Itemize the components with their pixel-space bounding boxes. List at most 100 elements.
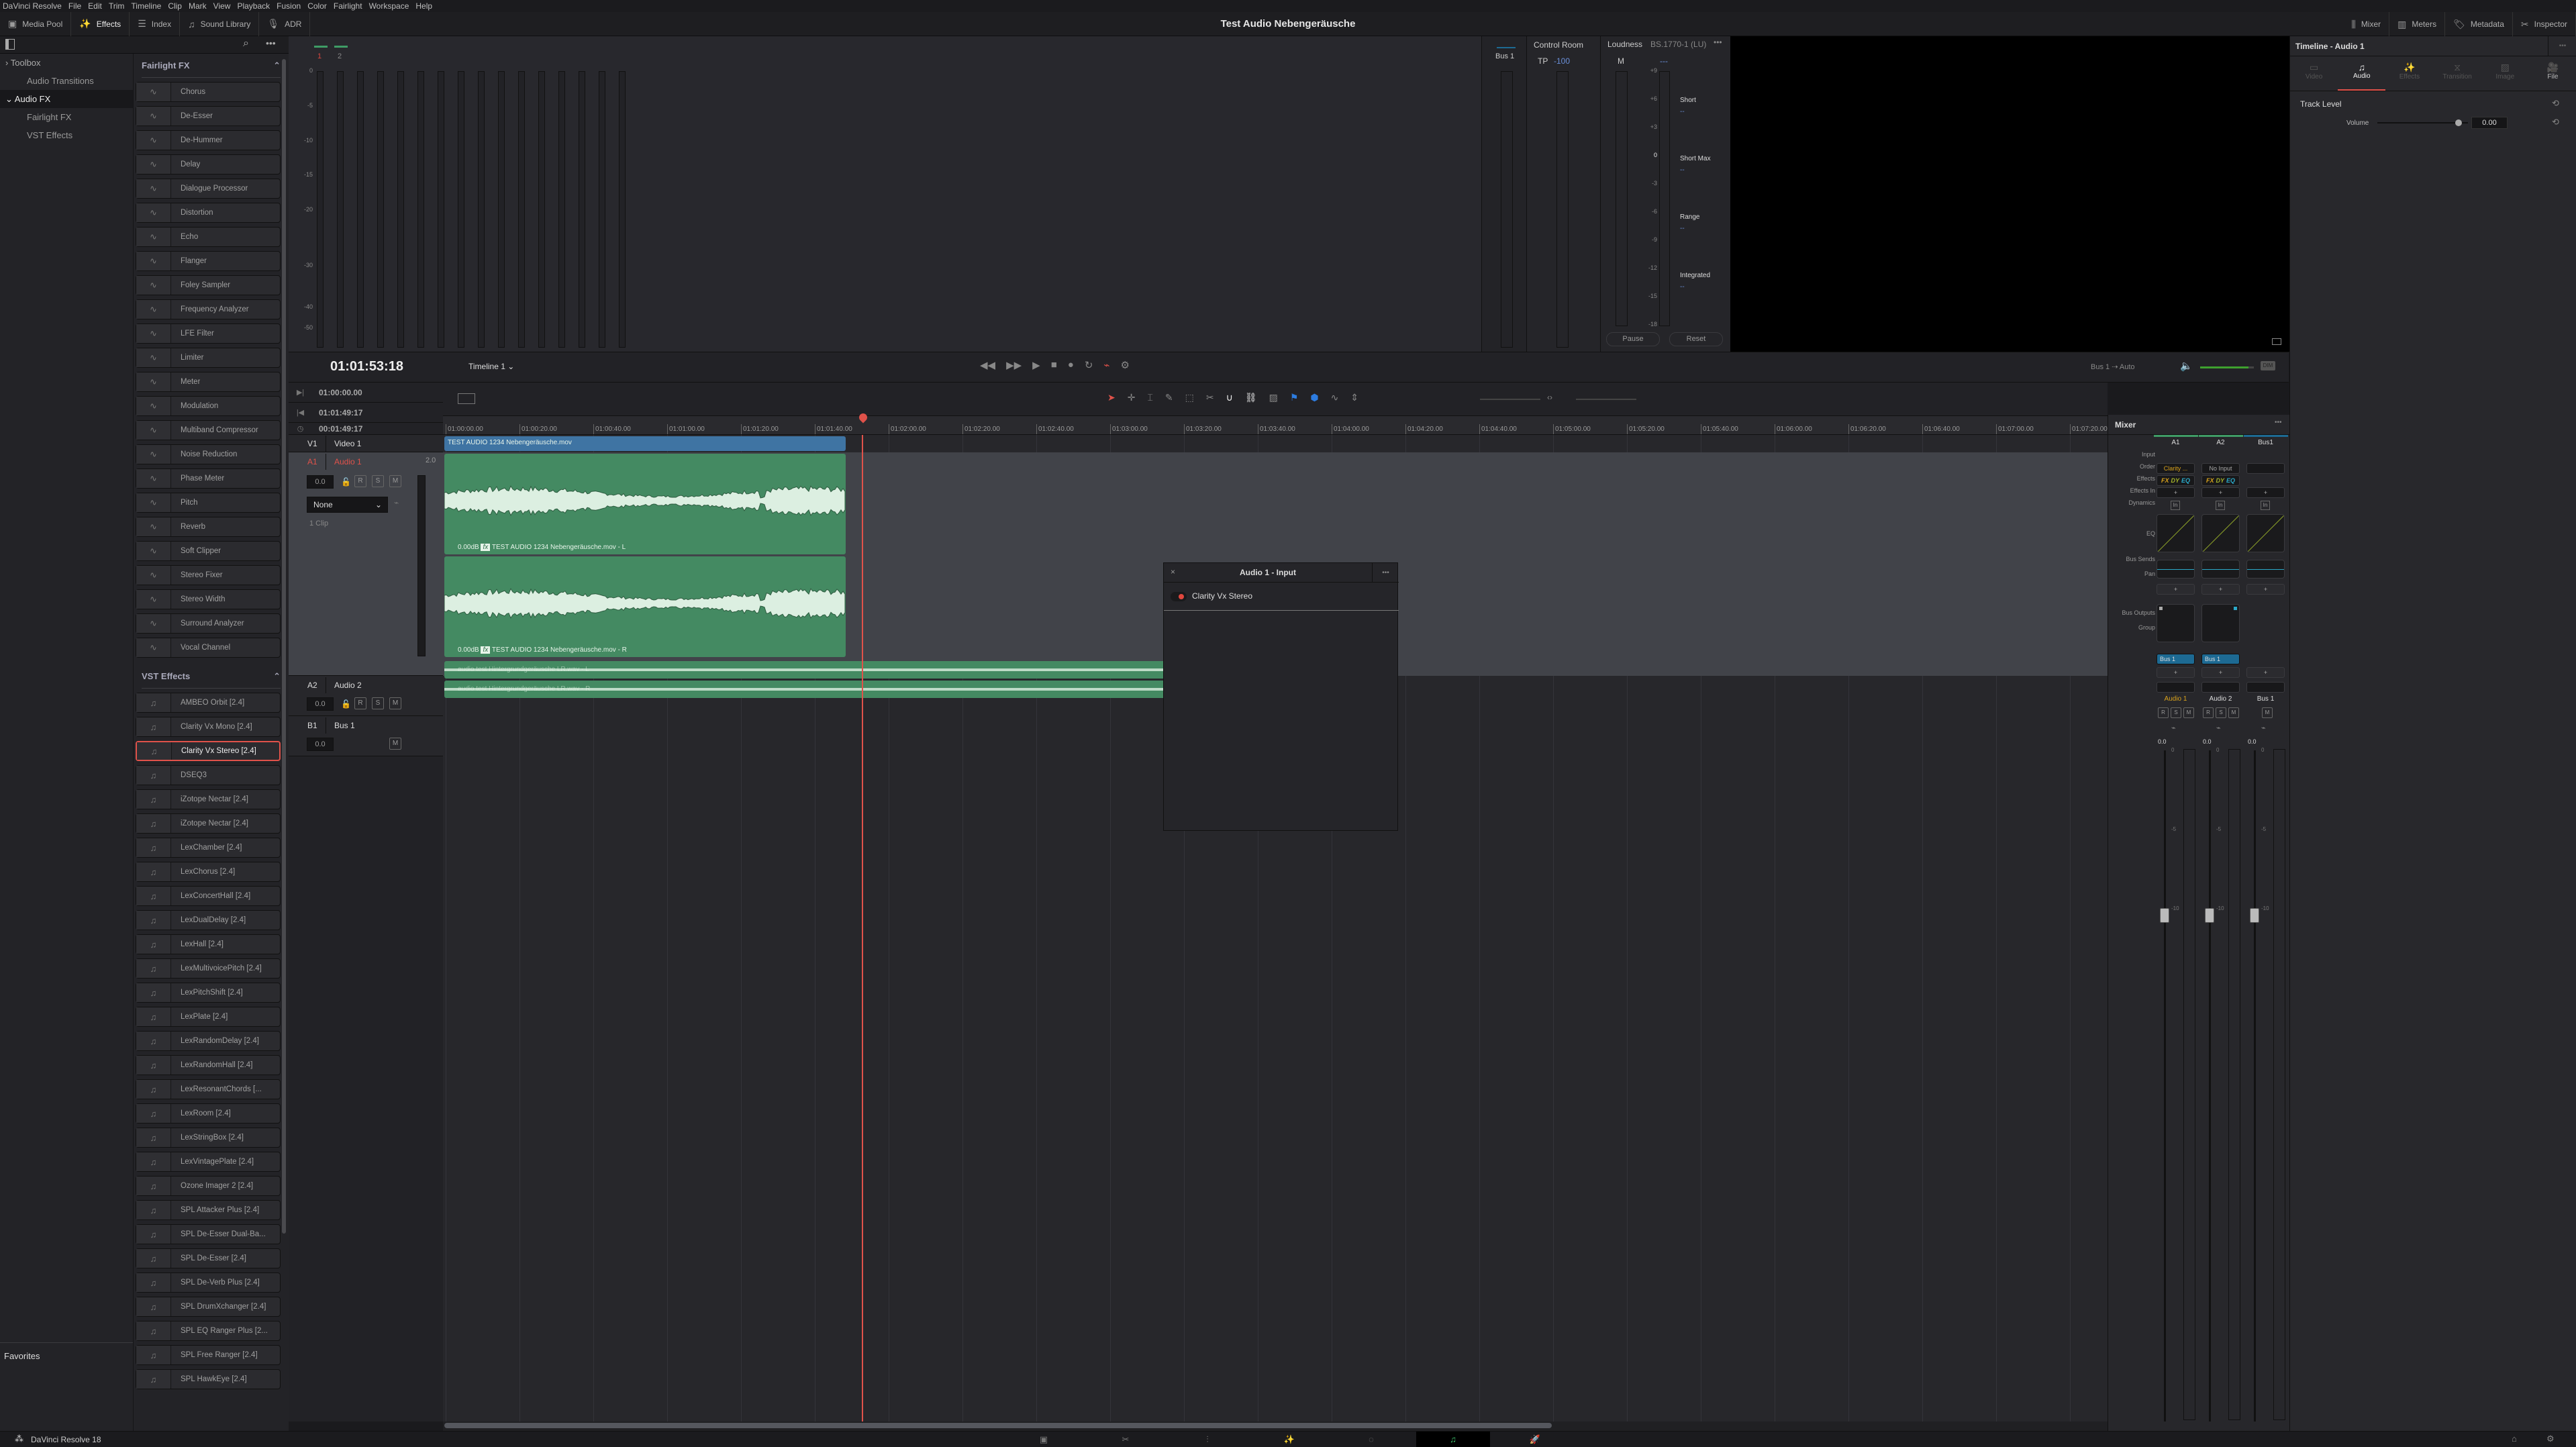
menu-fusion[interactable]: Fusion [277, 1, 301, 11]
lock-icon[interactable]: 🔓 [341, 477, 351, 487]
dim-button[interactable]: DIM [2261, 361, 2275, 370]
vertical-zoom-icon[interactable]: ⇕ [1350, 392, 1358, 403]
track-level[interactable]: 0.0 [307, 475, 334, 489]
fairlight-fx-header[interactable]: Fairlight FX ⌃ [142, 54, 281, 78]
effect-item[interactable]: ♫ LexMultivoicePitch [2.4] [136, 958, 281, 979]
processing-order[interactable]: FX DY EQ [2201, 475, 2240, 486]
pan-control[interactable] [2157, 604, 2195, 642]
horizontal-zoom-slider[interactable] [1576, 399, 1636, 400]
bus-send-add-button[interactable]: + [2157, 584, 2195, 595]
toolbar-adr-button[interactable]: 🎙 ADR [259, 11, 311, 36]
menu-clip[interactable]: Clip [168, 1, 182, 11]
bus-output-add-button[interactable]: + [2157, 667, 2195, 678]
fairlight-page-icon[interactable]: ♫ [1416, 1432, 1490, 1447]
reset-section-icon[interactable]: ⟲ [2552, 98, 2559, 109]
group-selector[interactable] [2157, 682, 2195, 693]
effect-item[interactable]: ∿ Distortion [136, 203, 281, 223]
menu-fairlight[interactable]: Fairlight [334, 1, 362, 11]
automation-icon[interactable]: ⌁ [2171, 724, 2176, 732]
track-level[interactable]: 0.0 [307, 697, 334, 711]
effect-item[interactable]: ∿ Phase Meter [136, 468, 281, 489]
effect-item[interactable]: ∿ Chorus [136, 82, 281, 102]
effect-item[interactable]: ∿ Surround Analyzer [136, 613, 281, 634]
tree-item-fairlight-fx[interactable]: Fairlight FX [0, 108, 133, 126]
effect-item[interactable]: ∿ Delay [136, 154, 281, 174]
collapse-icon[interactable]: ⌃ [273, 60, 281, 71]
effect-item[interactable]: ♫ SPL De-Esser Dual-Ba... [136, 1224, 281, 1244]
sidebar-toggle-icon[interactable] [5, 39, 15, 50]
effect-item[interactable]: ♫ LexVintagePlate [2.4] [136, 1152, 281, 1172]
effect-item[interactable]: ∿ LFE Filter [136, 323, 281, 344]
menu-timeline[interactable]: Timeline [131, 1, 161, 11]
rewind-icon[interactable]: ◀◀ [980, 359, 995, 371]
speaker-icon[interactable]: 🔈 [2180, 360, 2193, 372]
toolbar-effects-button[interactable]: ✨ Effects [71, 11, 130, 36]
collapse-icon[interactable]: ⌃ [273, 671, 281, 682]
audio-clip-a1-left[interactable]: 0.00dB fx TEST AUDIO 1234 Nebengeräusche… [444, 454, 846, 554]
effect-item[interactable]: ∿ Vocal Channel [136, 638, 281, 658]
toolbar-inspector-button[interactable]: ✂ Inspector [2513, 12, 2576, 36]
effect-item[interactable]: ∿ Meter [136, 372, 281, 392]
menu-mark[interactable]: Mark [189, 1, 207, 11]
dynamics-graph[interactable] [2246, 514, 2285, 552]
volume-slider-knob[interactable] [2455, 119, 2462, 126]
track-header-v1[interactable]: V1 Video 1 [289, 435, 443, 452]
volume-input[interactable]: 0.00 [2471, 117, 2508, 129]
plugin-enable-toggle[interactable] [1171, 592, 1187, 601]
input-selector[interactable]: No Input [2201, 463, 2240, 474]
effect-item[interactable]: ∿ Soft Clipper [136, 541, 281, 561]
eq-graph[interactable] [2157, 560, 2195, 579]
bus-output-add-button[interactable]: + [2246, 667, 2285, 678]
bus-output-add-button[interactable]: + [2201, 667, 2240, 678]
automation-icon[interactable]: ⌁ [2216, 724, 2221, 732]
add-effect-button[interactable]: + [2157, 487, 2195, 498]
mute-button[interactable]: M [389, 738, 401, 750]
vst-effects-header[interactable]: VST Effects ⌃ [142, 664, 281, 689]
effect-item[interactable]: ♫ LexChamber [2.4] [136, 838, 281, 858]
menu-file[interactable]: File [68, 1, 81, 11]
mute-button[interactable]: M [389, 475, 401, 487]
more-options-icon[interactable]: ••• [2548, 36, 2576, 56]
reset-button[interactable]: Reset [1669, 332, 1723, 346]
app-menu[interactable]: DaVinci Resolve [3, 1, 62, 11]
eq-graph[interactable] [2201, 560, 2240, 579]
effect-item[interactable]: ∿ De-Esser [136, 106, 281, 126]
effect-item[interactable]: ♫ SPL DrumXchanger [2.4] [136, 1297, 281, 1317]
settings-icon[interactable]: ⚙ [2546, 1434, 2555, 1444]
vertical-zoom-slider[interactable] [1480, 399, 1540, 400]
pencil-tool-icon[interactable]: ✎ [1165, 392, 1173, 403]
input-selector[interactable]: Clarity ... [2157, 463, 2195, 474]
loop-icon[interactable]: ↻ [1085, 359, 1093, 371]
effects-in-button[interactable]: In [2216, 501, 2225, 510]
lock-icon[interactable]: 🔓 [341, 699, 351, 709]
record-arm-button[interactable]: R [2203, 707, 2214, 718]
toolbar-meters-button[interactable]: ▥ Meters [2389, 12, 2446, 36]
audio-clip-a2-left[interactable]: audio test Hintergrundgeräusche LR.wav -… [444, 661, 1169, 679]
mute-button[interactable]: M [2262, 707, 2273, 718]
effect-item[interactable]: ♫ iZotope Nectar [2.4] [136, 789, 281, 809]
effect-item[interactable]: ♫ SPL HawkEye [2.4] [136, 1369, 281, 1389]
monitor-routing[interactable]: Bus 1 ⇢ Auto [2091, 362, 2135, 371]
effect-item[interactable]: ♫ LexRandomHall [2.4] [136, 1055, 281, 1075]
effect-item[interactable]: ∿ Flanger [136, 251, 281, 271]
toolbar-sound-library-button[interactable]: ♫ Sound Library [180, 11, 260, 36]
effect-item[interactable]: ♫ SPL Attacker Plus [2.4] [136, 1200, 281, 1220]
menu-playback[interactable]: Playback [237, 1, 270, 11]
track-header-a1[interactable]: A1 Audio 1 2.0 0.0 🔓 R S M None ⌄ ⌁ 1 Cli… [289, 452, 443, 676]
menu-help[interactable]: Help [415, 1, 432, 11]
bus-output-button[interactable]: Bus 1 [2201, 654, 2240, 664]
effect-item[interactable]: ♫ LexResonantChords [... [136, 1079, 281, 1099]
effect-item[interactable]: ♫ SPL De-Verb Plus [2.4] [136, 1273, 281, 1293]
automation-settings-icon[interactable]: ⚙ [1120, 359, 1129, 371]
effect-item[interactable]: ♫ LexPlate [2.4] [136, 1007, 281, 1027]
tab-audio[interactable]: ♫ Audio [2338, 56, 2386, 91]
tree-item-audio-transitions[interactable]: Audio Transitions [0, 72, 133, 90]
effect-item[interactable]: ∿ Foley Sampler [136, 275, 281, 295]
menu-view[interactable]: View [213, 1, 231, 11]
effect-item[interactable]: ∿ Multiband Compressor [136, 420, 281, 440]
effect-item[interactable]: ∿ Echo [136, 227, 281, 247]
video-clip[interactable]: TEST AUDIO 1234 Nebengeräusche.mov [444, 436, 846, 451]
dynamics-graph[interactable] [2201, 514, 2240, 552]
effect-item[interactable]: ♫ Clarity Vx Mono [2.4] [136, 717, 281, 737]
effect-item[interactable]: ♫ Ozone Imager 2 [2.4] [136, 1176, 281, 1196]
